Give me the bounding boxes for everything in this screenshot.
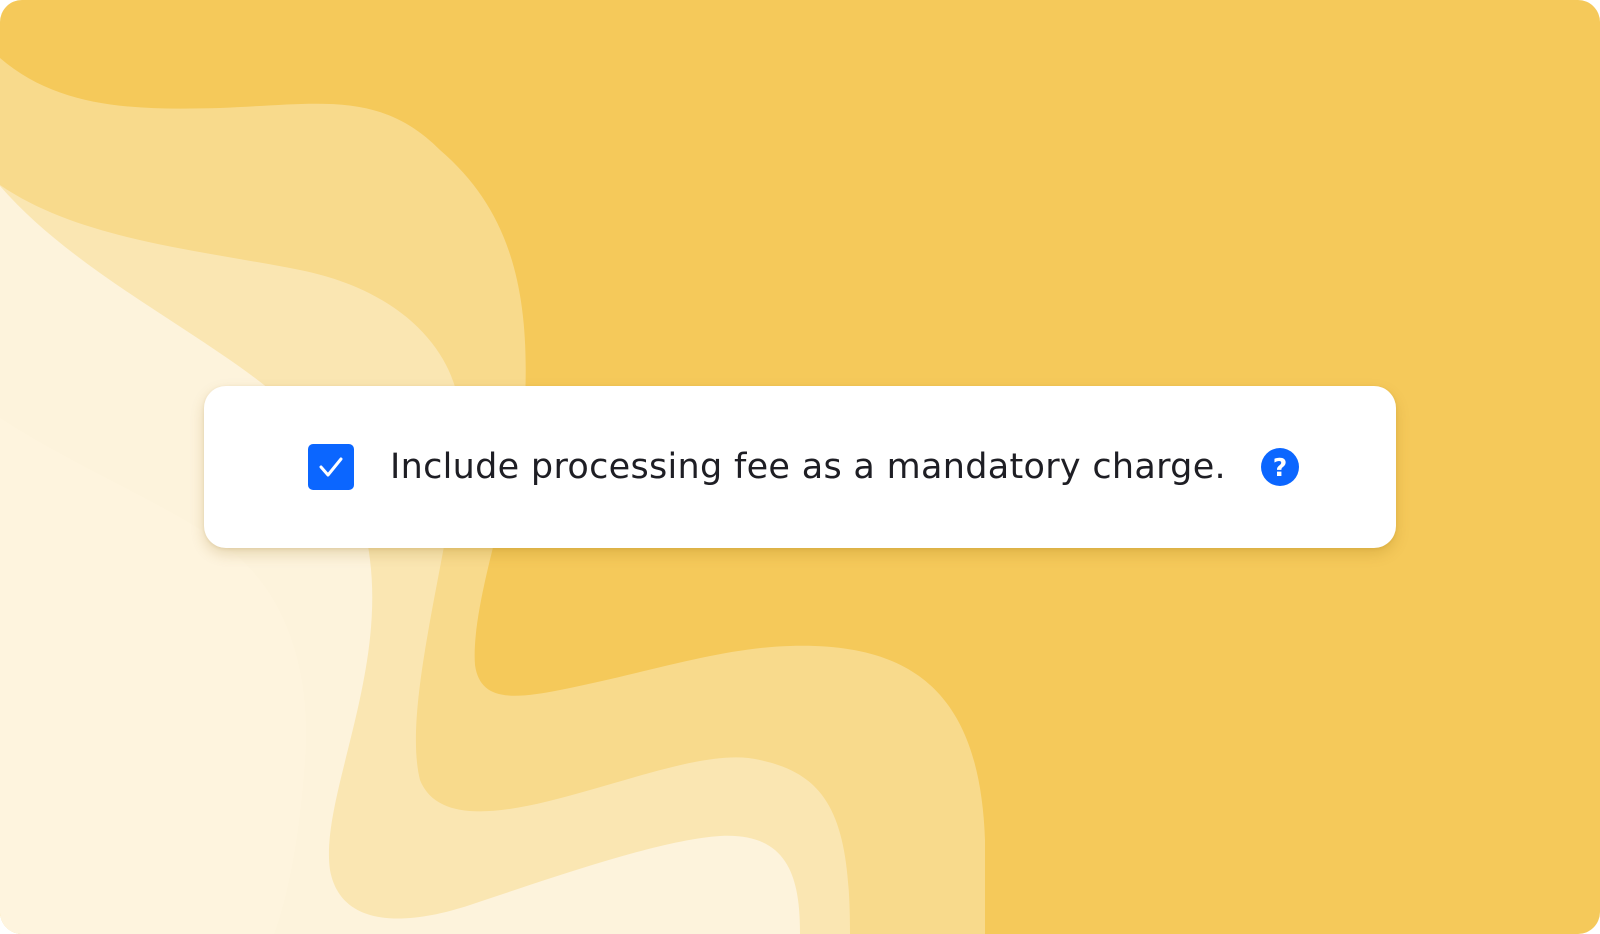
mandatory-charge-checkbox[interactable]: [308, 444, 354, 490]
question-circle-icon[interactable]: ?: [1261, 448, 1299, 486]
mandatory-charge-label: Include processing fee as a mandatory ch…: [390, 447, 1226, 487]
question-glyph: ?: [1272, 452, 1288, 482]
background-canvas: Include processing fee as a mandatory ch…: [0, 0, 1600, 934]
fee-option-card: Include processing fee as a mandatory ch…: [204, 386, 1396, 548]
checkmark-icon: [319, 457, 343, 477]
